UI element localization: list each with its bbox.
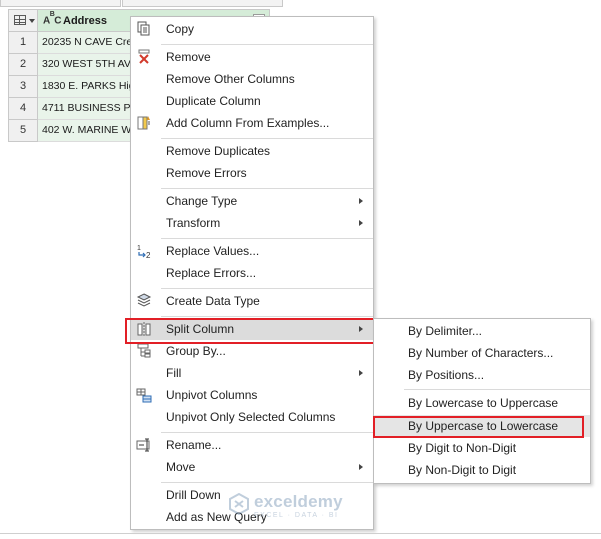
row-number[interactable]: 5 xyxy=(8,120,38,142)
status-divider xyxy=(0,533,601,534)
toolbar-strip-left xyxy=(0,0,121,7)
svg-text:1: 1 xyxy=(137,245,141,252)
menu-item-label: Remove xyxy=(166,50,211,64)
submenu-item-lowercase-to-uppercase[interactable]: By Lowercase to Uppercase xyxy=(374,392,590,414)
submenu-item-digit-to-non-digit[interactable]: By Digit to Non-Digit xyxy=(374,437,590,459)
submenu-item-label: By Delimiter... xyxy=(408,324,483,338)
menu-item-label: Remove Duplicates xyxy=(166,144,271,158)
menu-item-label: Replace Errors... xyxy=(166,266,257,280)
menu-item-replace-values[interactable]: 12 Replace Values... xyxy=(131,240,373,262)
menu-item-remove-other-columns[interactable]: Remove Other Columns xyxy=(131,68,373,90)
group-by-icon xyxy=(136,343,152,359)
menu-item-label: Rename... xyxy=(166,438,222,452)
submenu-item-by-positions[interactable]: By Positions... xyxy=(374,364,590,386)
menu-item-add-column-from-examples[interactable]: Add Column From Examples... xyxy=(131,112,373,134)
submenu-item-non-digit-to-digit[interactable]: By Non-Digit to Digit xyxy=(374,459,590,481)
menu-item-fill[interactable]: Fill xyxy=(131,362,373,384)
submenu-arrow-icon xyxy=(359,220,363,226)
submenu-item-label: By Number of Characters... xyxy=(408,346,554,360)
menu-separator xyxy=(161,138,373,139)
copy-icon xyxy=(136,21,152,37)
menu-item-label: Remove Errors xyxy=(166,166,247,180)
remove-column-icon xyxy=(136,49,152,65)
menu-separator xyxy=(404,389,590,390)
menu-separator xyxy=(161,432,373,433)
table-icon xyxy=(14,15,26,25)
chevron-down-icon xyxy=(29,19,35,23)
split-column-submenu: By Delimiter... By Number of Characters.… xyxy=(373,318,591,484)
menu-item-label: Change Type xyxy=(166,194,238,208)
submenu-item-label: By Non-Digit to Digit xyxy=(408,463,517,477)
menu-item-label: Unpivot Columns xyxy=(166,388,258,402)
menu-item-remove-duplicates[interactable]: Remove Duplicates xyxy=(131,140,373,162)
exceldemy-logo-icon xyxy=(228,492,250,516)
row-number[interactable]: 4 xyxy=(8,98,38,120)
menu-separator xyxy=(161,288,373,289)
uppercase-to-lowercase-highlight xyxy=(373,416,584,438)
submenu-item-by-delimiter[interactable]: By Delimiter... xyxy=(374,320,590,342)
row-number[interactable]: 2 xyxy=(8,54,38,76)
submenu-item-by-number-of-characters[interactable]: By Number of Characters... xyxy=(374,342,590,364)
menu-item-label: Create Data Type xyxy=(166,294,260,308)
create-data-type-icon xyxy=(136,293,152,309)
menu-item-create-data-type[interactable]: Create Data Type xyxy=(131,290,373,312)
menu-item-copy[interactable]: Copy xyxy=(131,18,373,40)
row-number[interactable]: 3 xyxy=(8,76,38,98)
toolbar-strip-right xyxy=(122,0,283,7)
menu-item-transform[interactable]: Transform xyxy=(131,212,373,234)
submenu-arrow-icon xyxy=(359,198,363,204)
menu-item-remove-errors[interactable]: Remove Errors xyxy=(131,162,373,184)
menu-item-unpivot-columns[interactable]: Unpivot Columns xyxy=(131,384,373,406)
text-type-icon[interactable]: ABC xyxy=(43,11,62,26)
menu-separator xyxy=(161,238,373,239)
replace-values-icon: 12 xyxy=(136,243,152,260)
unpivot-icon xyxy=(136,387,152,403)
menu-item-label: Duplicate Column xyxy=(166,94,261,108)
submenu-item-label: By Lowercase to Uppercase xyxy=(408,396,559,410)
menu-item-remove[interactable]: Remove xyxy=(131,46,373,68)
menu-separator xyxy=(161,482,373,483)
submenu-arrow-icon xyxy=(359,464,363,470)
menu-item-label: Add Column From Examples... xyxy=(166,116,330,130)
menu-item-unpivot-only-selected[interactable]: Unpivot Only Selected Columns xyxy=(131,406,373,428)
menu-separator xyxy=(161,316,373,317)
svg-text:2: 2 xyxy=(146,251,151,259)
submenu-item-label: By Digit to Non-Digit xyxy=(408,441,517,455)
menu-item-label: Drill Down xyxy=(166,488,221,502)
menu-item-label: Replace Values... xyxy=(166,244,260,258)
column-context-menu: Copy Remove Remove Other Columns Duplica… xyxy=(130,16,374,530)
watermark: exceldemy EXCEL · DATA · BI xyxy=(228,491,378,523)
submenu-arrow-icon xyxy=(359,370,363,376)
menu-item-change-type[interactable]: Change Type xyxy=(131,190,373,212)
menu-item-move[interactable]: Move xyxy=(131,456,373,478)
table-menu-button[interactable] xyxy=(8,9,38,32)
menu-item-label: Unpivot Only Selected Columns xyxy=(166,410,336,424)
menu-item-label: Fill xyxy=(166,366,182,380)
split-column-highlight xyxy=(125,318,385,344)
column-name: Address xyxy=(63,15,108,27)
menu-item-label: Remove Other Columns xyxy=(166,72,295,86)
submenu-item-label: By Positions... xyxy=(408,368,485,382)
menu-item-label: Move xyxy=(166,460,196,474)
watermark-title: exceldemy xyxy=(254,492,343,511)
row-number[interactable]: 1 xyxy=(8,32,38,54)
watermark-subtitle: EXCEL · DATA · BI xyxy=(254,512,339,519)
rename-icon xyxy=(136,437,152,453)
menu-separator xyxy=(161,188,373,189)
menu-item-label: Transform xyxy=(166,216,221,230)
menu-item-rename[interactable]: Rename... xyxy=(131,434,373,456)
menu-item-replace-errors[interactable]: Replace Errors... xyxy=(131,262,373,284)
menu-item-duplicate-column[interactable]: Duplicate Column xyxy=(131,90,373,112)
menu-separator xyxy=(161,44,373,45)
menu-item-label: Copy xyxy=(166,22,195,36)
add-column-examples-icon xyxy=(136,115,152,131)
